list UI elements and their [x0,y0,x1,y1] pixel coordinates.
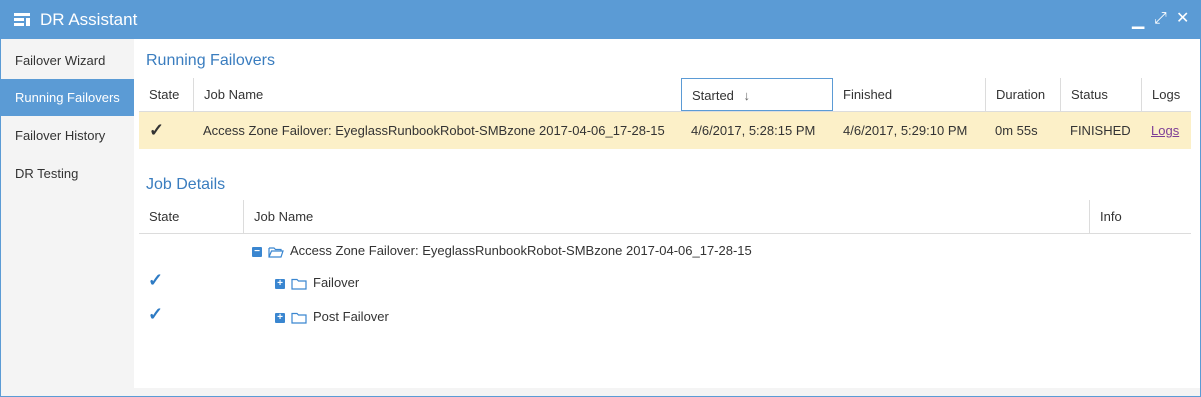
tree-node-failover[interactable]: + Failover [275,272,359,294]
main-panel: Running Failovers State Job Name Started… [134,39,1200,396]
bottom-strip [134,388,1200,396]
sidebar-item-failover-wizard[interactable]: Failover Wizard [1,42,134,79]
col-job-name[interactable]: Job Name [193,78,681,111]
col-detail-job-name[interactable]: Job Name [243,200,1089,233]
folder-icon [291,312,307,324]
state-check-icon: ✓ [148,304,164,324]
folder-icon [291,278,307,290]
close-icon[interactable]: ✕ [1176,9,1189,29]
duration-cell: 0m 55s [995,123,1038,138]
table-row[interactable]: ✓ Access Zone Failover: EyeglassRunbookR… [139,112,1191,149]
tree-node-label: Failover [313,275,360,290]
running-failovers-header: State Job Name Started ↓ Finished Durati… [139,78,1191,112]
window-title: DR Assistant [40,10,138,29]
minimize-icon[interactable]: ▁ [1132,11,1144,31]
collapse-icon[interactable]: − [252,246,262,257]
folder-open-icon [268,246,284,258]
col-finished[interactable]: Finished [833,78,985,111]
dr-assistant-window: DR Assistant ▁ ⤢ ✕ Failover Wizard Runni… [0,0,1201,397]
started-cell: 4/6/2017, 5:28:15 PM [691,123,816,138]
job-details-header: State Job Name Info [139,200,1191,234]
state-check-icon: ✓ [149,120,165,140]
col-started-label: Started [692,88,734,103]
col-status[interactable]: Status [1060,78,1141,111]
col-duration[interactable]: Duration [985,78,1060,111]
tree-node-label: Access Zone Failover: EyeglassRunbookRob… [290,243,752,258]
expand-icon[interactable]: + [275,278,285,289]
sort-down-icon: ↓ [743,88,751,103]
job-details-title: Job Details [146,176,226,193]
sidebar-item-running-failovers[interactable]: Running Failovers [1,79,134,116]
sidebar: Failover Wizard Running Failovers Failov… [1,39,134,396]
status-cell: FINISHED [1070,123,1131,138]
col-detail-state[interactable]: State [139,200,243,233]
maximize-icon[interactable]: ⤢ [1154,9,1167,29]
col-started[interactable]: Started ↓ [681,78,833,111]
col-state[interactable]: State [139,78,193,111]
finished-cell: 4/6/2017, 5:29:10 PM [843,123,968,138]
tree-node-post-failover[interactable]: + Post Failover [275,306,389,328]
app-grid-icon [14,13,30,26]
state-check-icon: ✓ [148,270,164,290]
sidebar-item-dr-testing[interactable]: DR Testing [1,155,134,192]
sidebar-item-failover-history[interactable]: Failover History [1,117,134,154]
title-bar: DR Assistant ▁ ⤢ ✕ [1,1,1200,39]
job-name-cell: Access Zone Failover: EyeglassRunbookRob… [203,123,665,138]
logs-link[interactable]: Logs [1151,123,1179,138]
tree-node-label: Post Failover [313,309,389,324]
col-logs[interactable]: Logs [1141,78,1193,111]
running-failovers-title: Running Failovers [146,52,275,69]
expand-icon[interactable]: + [275,312,285,323]
col-detail-info[interactable]: Info [1089,200,1193,233]
tree-node-root[interactable]: − Access Zone Failover: EyeglassRunbookRo… [252,240,752,262]
